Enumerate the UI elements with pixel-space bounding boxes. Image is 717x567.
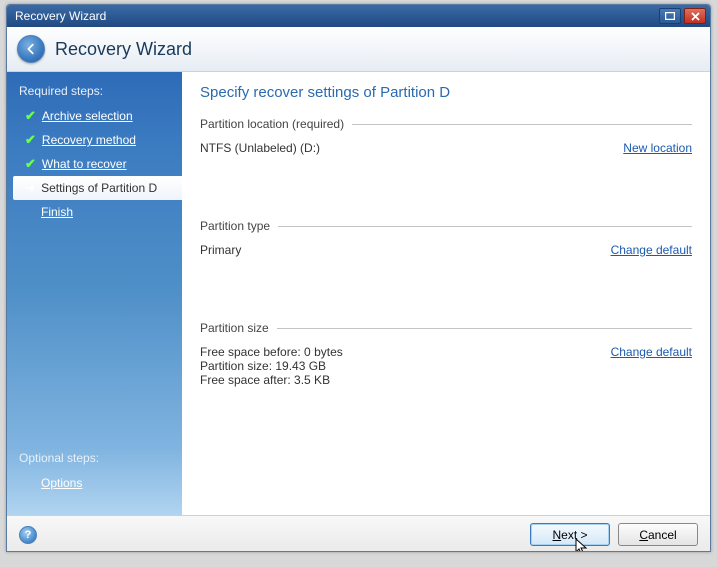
cancel-button[interactable]: Cancel [618, 523, 698, 546]
change-size-link[interactable]: Change default [611, 345, 692, 359]
divider [277, 328, 692, 329]
main-content: Specify recover settings of Partition D … [182, 72, 710, 515]
group-label-text: Partition type [200, 219, 270, 233]
new-location-link[interactable]: New location [623, 141, 692, 155]
change-type-link[interactable]: Change default [611, 243, 692, 257]
check-icon: ✔ [25, 132, 36, 148]
group-partition-location: Partition location (required) [200, 117, 692, 131]
body: Required steps: ✔ Archive selection ✔ Re… [7, 72, 710, 515]
type-value: Primary [200, 243, 241, 257]
optional-steps: Optional steps: Options [7, 447, 182, 495]
wizard-window: Recovery Wizard Recovery Wizard Required… [6, 4, 711, 552]
group-partition-type: Partition type [200, 219, 692, 233]
step-finish[interactable]: Finish [7, 200, 182, 224]
step-archive-selection[interactable]: ✔ Archive selection [7, 104, 182, 128]
free-space-after: Free space after: 3.5 KB [200, 373, 343, 387]
footer: ? Next > Cancel [7, 515, 710, 552]
titlebar: Recovery Wizard [7, 5, 710, 27]
check-icon: ✔ [25, 156, 36, 172]
check-icon: ✔ [25, 108, 36, 124]
header: Recovery Wizard [7, 27, 710, 72]
sidebar: Required steps: ✔ Archive selection ✔ Re… [7, 72, 182, 515]
back-button[interactable] [17, 35, 45, 63]
free-space-before: Free space before: 0 bytes [200, 345, 343, 359]
size-values: Free space before: 0 bytes Partition siz… [200, 345, 343, 387]
location-row: NTFS (Unlabeled) (D:) New location [200, 141, 692, 155]
optional-steps-label: Optional steps: [7, 447, 182, 471]
step-label: Archive selection [42, 109, 133, 123]
help-icon[interactable]: ? [19, 526, 37, 544]
step-settings-partition-d[interactable]: ➔ Settings of Partition D [13, 176, 182, 200]
step-label: What to recover [42, 157, 127, 171]
window-title: Recovery Wizard [11, 9, 659, 23]
size-row: Free space before: 0 bytes Partition siz… [200, 345, 692, 387]
main-heading: Specify recover settings of Partition D [200, 84, 692, 101]
next-button[interactable]: Next > [530, 523, 610, 546]
arrow-right-icon: ➔ [25, 181, 35, 195]
partition-size: Partition size: 19.43 GB [200, 359, 343, 373]
group-partition-size: Partition size [200, 321, 692, 335]
step-label: Recovery method [42, 133, 136, 147]
step-label: Settings of Partition D [41, 181, 157, 195]
group-label-text: Partition location (required) [200, 117, 344, 131]
location-value: NTFS (Unlabeled) (D:) [200, 141, 320, 155]
divider [278, 226, 692, 227]
step-label: Options [41, 476, 82, 490]
step-label: Finish [41, 205, 73, 219]
close-button[interactable] [684, 8, 706, 24]
step-options[interactable]: Options [7, 471, 182, 495]
step-what-to-recover[interactable]: ✔ What to recover [7, 152, 182, 176]
group-label-text: Partition size [200, 321, 269, 335]
step-recovery-method[interactable]: ✔ Recovery method [7, 128, 182, 152]
divider [352, 124, 692, 125]
type-row: Primary Change default [200, 243, 692, 257]
page-title: Recovery Wizard [55, 39, 192, 60]
required-steps-label: Required steps: [7, 80, 182, 104]
maximize-button[interactable] [659, 8, 681, 24]
window-controls [659, 8, 706, 24]
